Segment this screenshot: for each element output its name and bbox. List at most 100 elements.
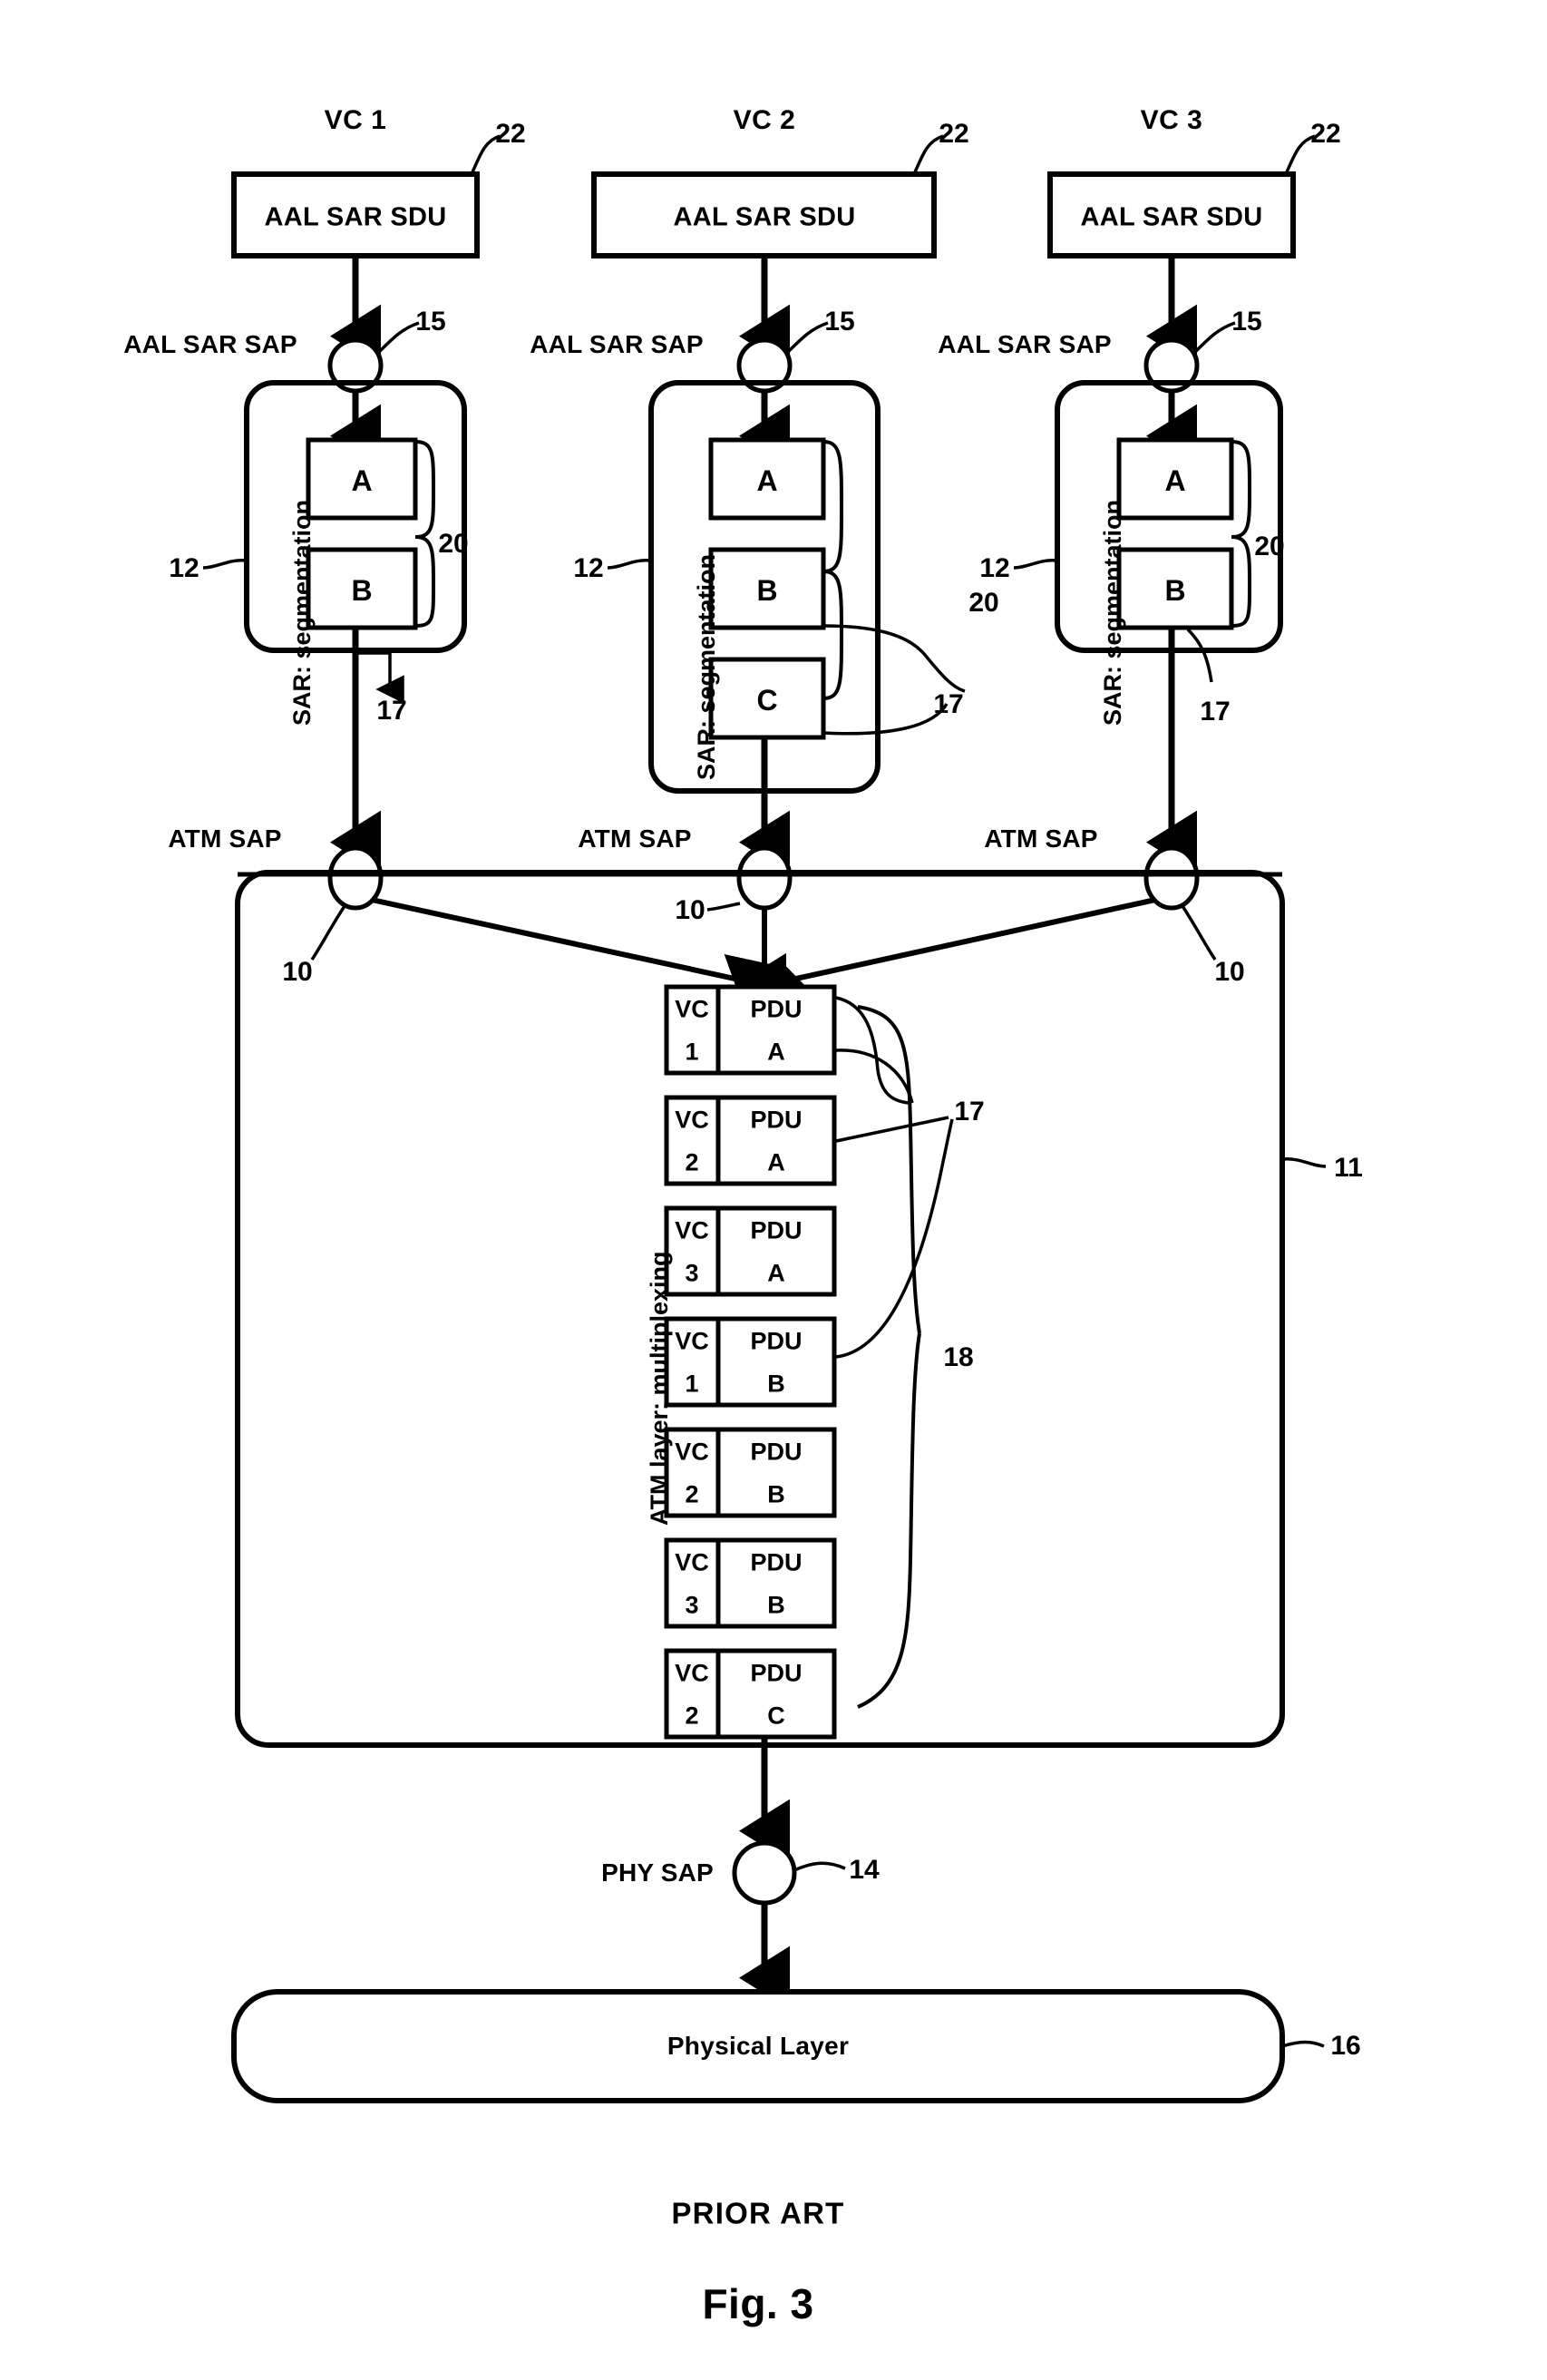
ref-20-vc2: 20 [968, 588, 999, 618]
aal-sar-sap-label-vc3: AAL SAR SAP [938, 330, 1112, 358]
ref-10-vc1: 10 [282, 957, 313, 987]
atm-layer-label: ATM layer: multiplexing [646, 1251, 673, 1526]
leader-14 [793, 1861, 846, 1872]
leader-12-vc2 [607, 559, 652, 570]
cell-pdu-label-4: PDU [750, 1438, 803, 1466]
leader-17-cell-curve-b [835, 1049, 914, 1104]
cell-vc-label-2: VC [675, 1216, 709, 1244]
vc-title-1: VC 1 [324, 105, 387, 135]
brace-18 [857, 1005, 921, 1709]
physical-layer-label: Physical Layer [666, 2032, 850, 2060]
aal-sar-sap-label-vc2: AAL SAR SAP [530, 330, 704, 358]
segment-letter-b-vc3: B [1164, 574, 1186, 607]
ref-22-vc2: 22 [939, 119, 969, 149]
brace-20-vc2 [822, 440, 843, 700]
atm-sap-label-vc3: ATM SAP [984, 824, 1098, 853]
cell-vc-number-6: 2 [685, 1702, 699, 1730]
atm-sap-circle-vc2 [736, 845, 793, 911]
cell-pdu-letter-6: C [767, 1702, 785, 1730]
prior-art-note: PRIOR ART [671, 2196, 845, 2230]
segment-letter-c-vc2: C [756, 684, 778, 717]
cell-vc-label-6: VC [675, 1659, 709, 1687]
leader-15-vc3 [1193, 321, 1236, 354]
cell-vc-label-3: VC [675, 1327, 709, 1355]
segment-letter-a-vc3: A [1164, 464, 1186, 497]
ref-15-vc3: 15 [1231, 307, 1262, 337]
cell-pdu-label-5: PDU [750, 1548, 803, 1576]
ref-22-vc1: 22 [495, 119, 526, 149]
ref-12-vc2: 12 [573, 553, 604, 583]
cell-vc-number-4: 2 [685, 1480, 699, 1508]
brace-20-vc3 [1231, 440, 1251, 628]
ref-10-vc3: 10 [1214, 957, 1245, 987]
ref-20-vc1: 20 [438, 529, 469, 559]
aal-sar-sap-label-vc1: AAL SAR SAP [123, 330, 297, 358]
cell-vc-number-1: 2 [685, 1148, 699, 1176]
leader-11 [1281, 1157, 1327, 1168]
leader-17-arrow-vc1 [355, 651, 404, 704]
figure-page: VC 1 AAL SAR SDU 22 AAL SAR SAP 15 SAR: … [0, 0, 1547, 2380]
cell-pdu-label-0: PDU [750, 995, 803, 1023]
sar-segmentation-label-vc1: SAR: segmentation [288, 499, 316, 726]
leader-10-vc3 [1181, 905, 1217, 961]
ref-16: 16 [1330, 2031, 1361, 2061]
ref-17-vc1: 17 [376, 696, 407, 726]
leader-17-cell-line [835, 1116, 949, 1143]
segment-letter-a-vc1: A [351, 464, 373, 497]
ref-15-vc2: 15 [824, 307, 855, 337]
leader-17-vc3 [1186, 628, 1213, 683]
segment-letter-a-vc2: A [756, 464, 778, 497]
cell-pdu-letter-3: B [767, 1370, 785, 1398]
ref-17-vc3: 17 [1200, 697, 1231, 727]
ref-10-vc2: 10 [675, 895, 705, 925]
cell-vc-label-1: VC [675, 1106, 709, 1134]
leader-10-vc2 [706, 902, 741, 912]
cell-vc-number-0: 1 [685, 1038, 699, 1066]
cell-vc-label-5: VC [675, 1548, 709, 1576]
brace-20-vc1 [414, 440, 436, 628]
cell-pdu-letter-1: A [767, 1148, 785, 1176]
leader-20-line-vc2 [822, 624, 966, 693]
ref-12-vc1: 12 [169, 553, 199, 583]
figure-caption: Fig. 3 [702, 2280, 814, 2327]
atm-sap-label-vc1: ATM SAP [168, 824, 282, 853]
ref-12-vc3: 12 [979, 553, 1010, 583]
cell-pdu-letter-2: A [767, 1259, 785, 1287]
cell-vc-label-0: VC [675, 995, 709, 1023]
cell-pdu-letter-0: A [767, 1038, 785, 1066]
phy-sap-label: PHY SAP [601, 1858, 714, 1887]
ref-15-vc1: 15 [415, 307, 446, 337]
cell-pdu-label-1: PDU [750, 1106, 803, 1134]
cell-pdu-letter-5: B [767, 1591, 785, 1619]
leader-10-vc1 [310, 905, 346, 961]
aal-sar-sdu-label-vc2: AAL SAR SDU [673, 202, 856, 232]
atm-sap-label-vc2: ATM SAP [578, 824, 692, 853]
leader-16 [1281, 2040, 1325, 2048]
segment-letter-b-vc1: B [351, 574, 373, 607]
ref-14: 14 [849, 1855, 880, 1885]
cell-pdu-letter-4: B [767, 1480, 785, 1508]
leader-15-vc1 [377, 321, 420, 354]
cell-pdu-label-3: PDU [750, 1327, 803, 1355]
mux-arrow-from-vc3 [763, 897, 1156, 1009]
ref-22-vc3: 22 [1310, 119, 1341, 149]
leader-12-vc1 [202, 559, 248, 570]
phy-sap-circle [732, 1840, 797, 1906]
leader-15-vc2 [786, 321, 829, 354]
aal-sar-sdu-label-vc3: AAL SAR SDU [1080, 202, 1263, 232]
segment-letter-b-vc2: B [756, 574, 778, 607]
ref-18-queue: 18 [943, 1342, 974, 1372]
vc-title-2: VC 2 [733, 105, 796, 135]
cell-vc-number-5: 3 [685, 1591, 699, 1619]
leader-17-line-vc2 [822, 703, 949, 736]
ref-17-cells: 17 [954, 1097, 985, 1127]
ref-11: 11 [1334, 1153, 1363, 1183]
ref-17-vc2: 17 [933, 689, 964, 719]
leader-12-vc3 [1013, 559, 1058, 570]
cell-vc-number-3: 1 [685, 1370, 699, 1398]
ref-20-vc3: 20 [1254, 532, 1285, 561]
vc-title-3: VC 3 [1140, 105, 1203, 135]
cell-pdu-label-6: PDU [750, 1659, 803, 1687]
sar-segmentation-label-vc3: SAR: segmentation [1099, 499, 1126, 726]
cell-pdu-label-2: PDU [750, 1216, 803, 1244]
